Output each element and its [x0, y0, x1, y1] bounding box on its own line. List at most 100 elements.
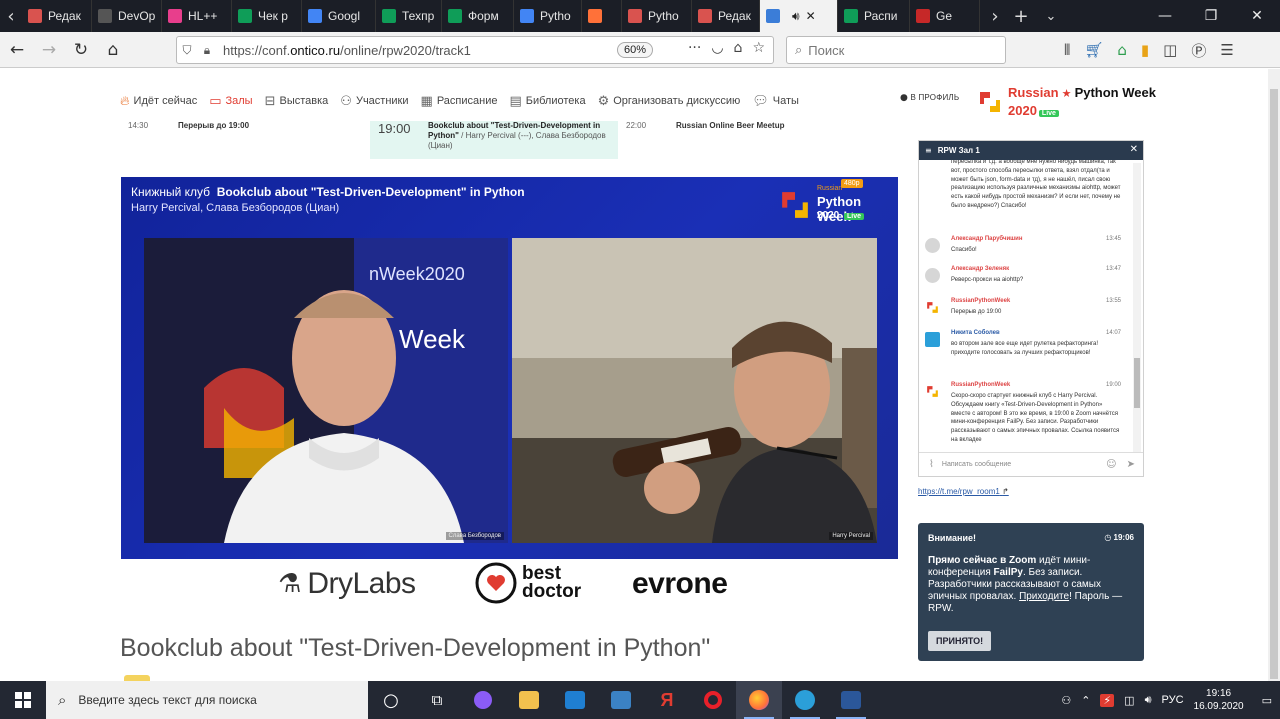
back-button[interactable]: ← [2, 35, 32, 65]
lock-icon[interactable]: 🔒︎ [197, 43, 217, 58]
close-window-button[interactable]: ✕ [1234, 0, 1280, 32]
people-icon[interactable]: ⚇ [1061, 694, 1071, 707]
nav-chats[interactable]: 💬︎ Чаты [752, 94, 799, 109]
send-icon[interactable]: ➤ [1127, 459, 1135, 470]
profile-link[interactable]: ● В ПРОФИЛЬ [900, 93, 959, 103]
notifications-icon[interactable]: ▭ [1262, 694, 1272, 707]
browser-tab[interactable]: Чек р [232, 0, 302, 32]
home-button[interactable]: ⌂ [98, 35, 128, 65]
browser-tab[interactable]: Pytho [622, 0, 692, 32]
attach-icon[interactable]: ⌇ [929, 459, 934, 470]
taskbar-firefox[interactable] [736, 681, 782, 719]
taskbar-telegram[interactable] [782, 681, 828, 719]
tab-label: Редак [718, 9, 751, 23]
forward-button[interactable]: → [34, 35, 64, 65]
alice-icon [474, 691, 492, 709]
account-icon[interactable]: Ⓟ [1191, 40, 1206, 61]
menu-icon[interactable]: ☰ [1220, 41, 1233, 59]
network-icon[interactable]: ◫ [1124, 694, 1134, 707]
bookmark-star-icon[interactable]: ☆ [752, 40, 765, 56]
taskbar-store[interactable] [598, 681, 644, 719]
page-actions-icon[interactable]: ··· [688, 40, 701, 56]
tab-list-chevron-icon[interactable]: ⌄ [1036, 0, 1066, 32]
player-logo: Russian Python Week 2020 Live [777, 183, 889, 227]
browser-tab[interactable]: Googl [302, 0, 376, 32]
sponsor-evrone[interactable]: evrone [632, 567, 728, 601]
library-icon[interactable]: ⫴ [1064, 41, 1070, 59]
page-scrollbar[interactable] [1268, 69, 1280, 681]
nav-discussion[interactable]: ⚙ Организовать дискуссию [598, 94, 741, 109]
system-tray: ⚇ ⌃ ⚡ ◫ 🔊︎ РУС 19:16 16.09.2020 ▭ [1061, 681, 1280, 719]
browser-tab[interactable]: Редак [22, 0, 92, 32]
tab-audio-icon[interactable]: 🔊︎ [792, 9, 800, 24]
notice-title: Внимание! [928, 533, 976, 543]
notice-link[interactable]: Приходите [1019, 591, 1069, 602]
video-player[interactable]: Книжный клуб Bookclub about "Test-Driven… [121, 177, 898, 559]
accept-button[interactable]: ПРИНЯТО! [928, 631, 992, 651]
nav-schedule[interactable]: ▦ Расписание [421, 94, 498, 109]
browser-tab[interactable]: DevOp [92, 0, 162, 32]
sidebar-icon[interactable]: ◫ [1163, 41, 1177, 59]
browser-tab[interactable]: 🔊︎ ✕ [760, 0, 838, 32]
taskbar-alice[interactable] [460, 681, 506, 719]
minimize-button[interactable]: — [1142, 0, 1188, 32]
clock[interactable]: 19:16 16.09.2020 [1194, 687, 1244, 713]
taskbar-search[interactable]: ⌕ Введите здесь текст для поиска [46, 681, 368, 719]
notice-text: Прямо сейчас в Zoom идёт мини-конференци… [928, 555, 1123, 614]
nav-halls[interactable]: ▭ Залы [209, 94, 252, 109]
taskbar-word[interactable] [828, 681, 874, 719]
reload-button[interactable]: ↻ [66, 35, 96, 65]
sponsor-bestdoctor[interactable]: best doctor [474, 561, 581, 605]
app-tray-icon[interactable]: ⚡ [1100, 693, 1115, 707]
emoji-icon[interactable]: ☺ [1106, 459, 1116, 470]
nav-now[interactable]: 🔥︎ Идёт сейчас [120, 94, 197, 109]
bookmark-extension-icon[interactable]: ▮ [1141, 41, 1149, 59]
shield-icon[interactable]: ⛉ [177, 43, 197, 58]
nav-library[interactable]: ▤ Библиотека [509, 94, 585, 109]
browser-tab[interactable]: Pytho [514, 0, 582, 32]
house-extension-icon[interactable]: ⌂ [1117, 41, 1127, 59]
address-bar[interactable]: ⛉ 🔒︎ https://conf.ontico.ru/online/rpw20… [176, 36, 774, 64]
browser-tab[interactable]: Распи [838, 0, 910, 32]
telegram-room-link[interactable]: https://t.me/rpw_room1 ↱ [918, 487, 1009, 496]
maximize-button[interactable]: ❐ [1188, 0, 1234, 32]
pocket-icon[interactable]: ◡ [711, 40, 723, 56]
heart-logo-icon [475, 562, 517, 604]
chat-menu-icon[interactable]: ≡ [925, 146, 932, 155]
chat-scrollbar[interactable] [1133, 163, 1141, 453]
tabs-scroll-right-icon[interactable]: › [984, 0, 1006, 32]
show-hidden-icons-icon[interactable]: ⌃ [1081, 694, 1090, 707]
taskbar-yandex[interactable]: Я [644, 681, 690, 719]
rpw-logo[interactable]: Russian ★ Python Week 2020 Live [976, 84, 1156, 120]
zoom-level-badge[interactable]: 60% [616, 42, 653, 58]
taskbar-explorer[interactable] [506, 681, 552, 719]
browser-tab[interactable]: Техпр [376, 0, 442, 32]
chat-input[interactable]: ⌇ Написать сообщение ☺ ➤ [919, 452, 1143, 476]
speaker-name-right: Harry Percival [829, 532, 873, 540]
browser-tab[interactable]: HL++ [162, 0, 232, 32]
home-extension-icon[interactable]: ⌂ [734, 40, 743, 56]
volume-icon[interactable]: 🔊︎ [1145, 693, 1152, 707]
new-tab-button[interactable]: + [1006, 0, 1036, 32]
taskbar-mail[interactable] [552, 681, 598, 719]
tabs-scroll-left-icon[interactable]: ‹ [0, 0, 22, 32]
tab-favicon-icon [628, 9, 642, 23]
language-indicator[interactable]: РУС [1162, 694, 1184, 706]
chat-close-icon[interactable]: ✕ [1130, 144, 1138, 155]
nav-participants[interactable]: ⚇ Участники [340, 94, 408, 109]
chat-messages: пересылка и т.д. а вообще мне нужно нибу… [919, 160, 1129, 453]
cortana-button[interactable]: ○ [368, 681, 414, 719]
browser-tab[interactable] [582, 0, 622, 32]
nav-expo[interactable]: ⊟ Выставка [265, 94, 329, 109]
start-button[interactable] [0, 681, 46, 719]
cart-icon[interactable]: 🛒︎ [1084, 41, 1103, 59]
search-box[interactable]: ⌕ Поиск [786, 36, 1006, 64]
tab-close-icon[interactable]: ✕ [806, 9, 816, 23]
sponsor-drylabs[interactable]: ⚗ DryLabs [278, 567, 416, 601]
taskbar-opera[interactable] [690, 681, 736, 719]
browser-tab[interactable]: Редак [692, 0, 760, 32]
cortana-icon: ○ [383, 689, 399, 711]
browser-tab[interactable]: Форм [442, 0, 514, 32]
task-view-button[interactable]: ⧉ [414, 681, 460, 719]
browser-tab[interactable]: Ge [910, 0, 980, 32]
